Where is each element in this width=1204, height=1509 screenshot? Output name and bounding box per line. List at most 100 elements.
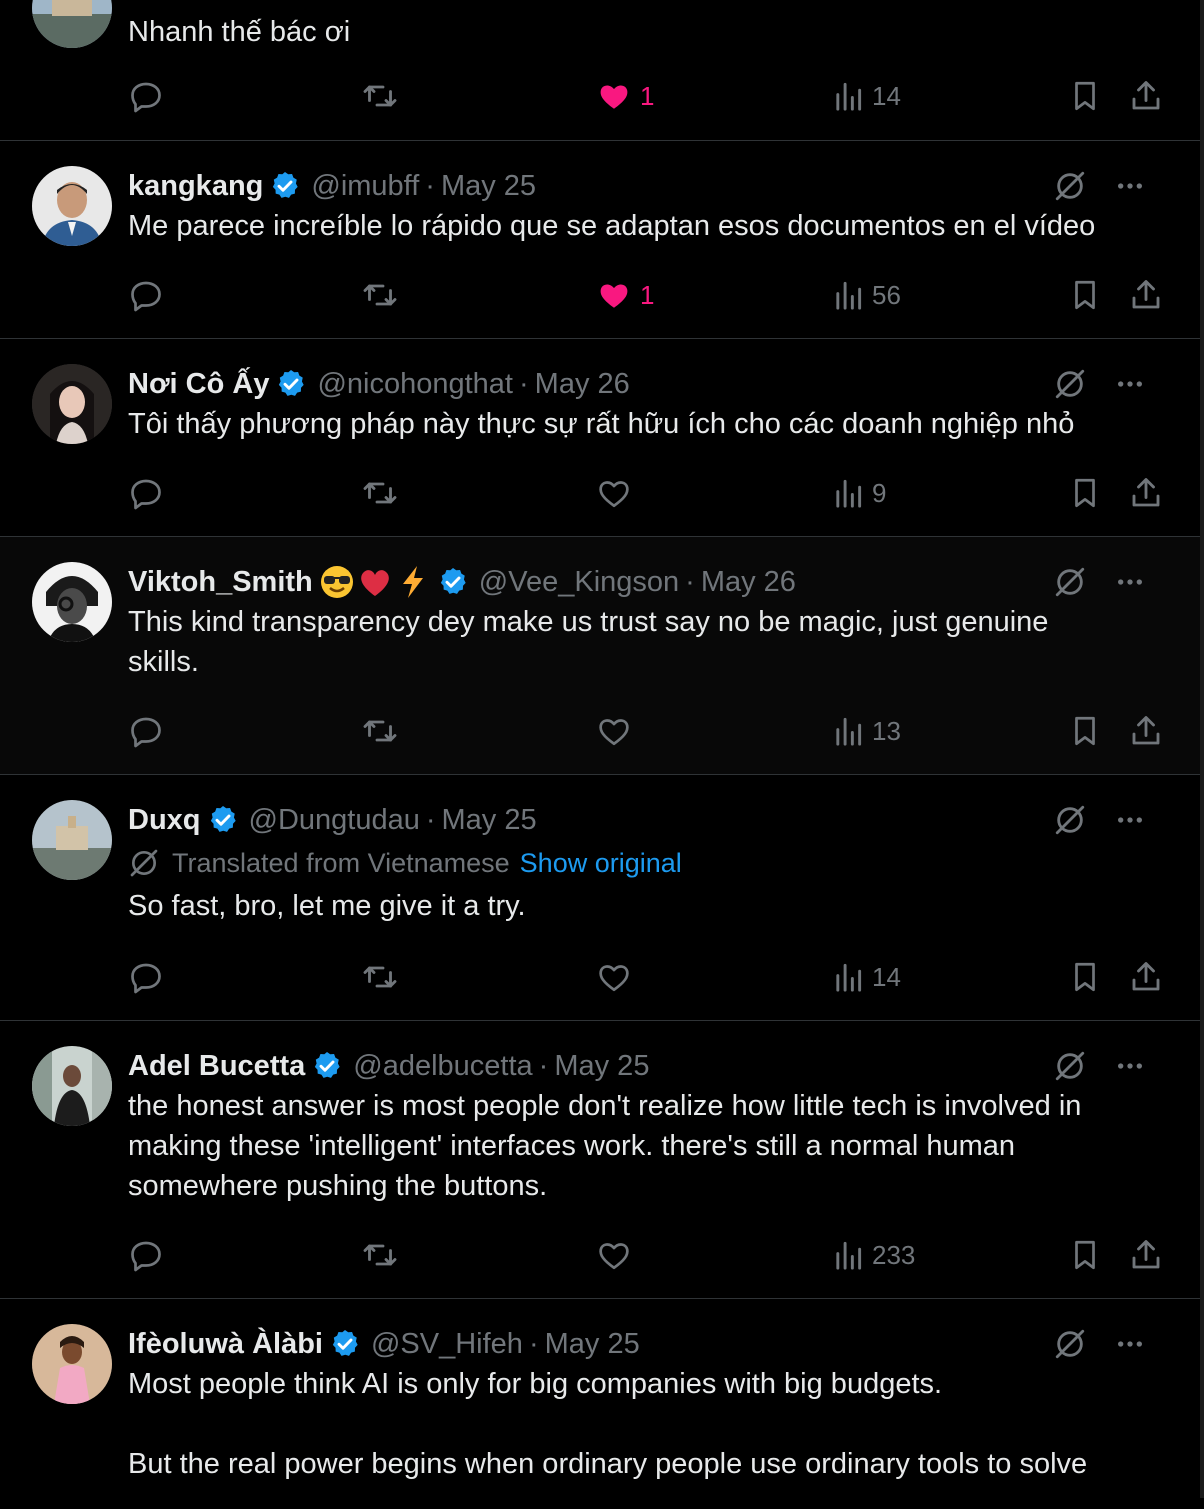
reply-button[interactable]: [128, 955, 164, 999]
share-button[interactable]: [1128, 709, 1164, 753]
repost-icon: [363, 720, 397, 742]
bookmark-button[interactable]: [1068, 955, 1102, 999]
share-button[interactable]: [1128, 1233, 1164, 1277]
grok-icon[interactable]: [1052, 800, 1088, 840]
like-button[interactable]: 1: [596, 74, 654, 118]
share-icon: [1132, 478, 1160, 507]
red-heart-emoji: [357, 564, 393, 600]
timestamp[interactable]: May 25: [545, 1328, 640, 1361]
more-icon[interactable]: [1112, 1324, 1148, 1364]
views-button[interactable]: 13: [832, 709, 901, 753]
user-handle[interactable]: @Dungtudau: [249, 804, 420, 837]
avatar[interactable]: [32, 562, 112, 642]
views-icon: [836, 82, 862, 111]
like-button[interactable]: 1: [596, 273, 654, 317]
reply-button[interactable]: [128, 74, 164, 118]
timestamp[interactable]: May 25: [554, 1050, 649, 1083]
avatar[interactable]: [32, 364, 112, 444]
views-count: 13: [872, 715, 901, 746]
bookmark-icon: [1075, 478, 1095, 508]
share-button[interactable]: [1128, 471, 1164, 515]
timestamp[interactable]: May 25: [441, 170, 536, 203]
reply-tweet[interactable]: Duxq @Dungtudau · May 25 Translated from…: [0, 775, 1200, 1021]
tweet-text: Tôi thấy phương pháp này thực sự rất hữu…: [128, 408, 1075, 440]
avatar[interactable]: [32, 800, 112, 880]
grok-icon[interactable]: [1052, 1324, 1088, 1364]
display-name[interactable]: Viktoh_Smith: [128, 566, 313, 599]
views-button[interactable]: 233: [832, 1233, 915, 1277]
avatar[interactable]: [32, 0, 112, 48]
display-name[interactable]: Duxq: [128, 804, 201, 837]
views-count: 14: [872, 961, 901, 992]
user-handle[interactable]: @imubff: [311, 170, 419, 203]
bookmark-button[interactable]: [1068, 74, 1102, 118]
bookmark-button[interactable]: [1068, 709, 1102, 753]
user-handle[interactable]: @SV_Hifeh: [371, 1328, 523, 1361]
display-name[interactable]: kangkang: [128, 170, 263, 203]
reply-tweet[interactable]: Viktoh_Smith @Vee_Kingson · May 26 This …: [0, 537, 1200, 775]
bookmark-button[interactable]: [1068, 1233, 1102, 1277]
like-button[interactable]: [596, 955, 632, 999]
like-icon: [600, 284, 628, 308]
views-count: 56: [872, 279, 901, 310]
repost-button[interactable]: [360, 273, 400, 317]
like-button[interactable]: [596, 1233, 632, 1277]
share-button[interactable]: [1128, 74, 1164, 118]
display-name[interactable]: Ifèoluwà Àlàbi: [128, 1328, 323, 1361]
reply-button[interactable]: [128, 709, 164, 753]
verified-badge-icon: [275, 368, 307, 400]
bookmark-button[interactable]: [1068, 471, 1102, 515]
user-handle[interactable]: @adelbucetta: [353, 1050, 532, 1083]
avatar[interactable]: [32, 166, 112, 246]
views-button[interactable]: 56: [832, 273, 901, 317]
user-handle[interactable]: @Vee_Kingson: [479, 566, 679, 599]
scrollbar[interactable]: [1200, 0, 1204, 1498]
bookmark-button[interactable]: [1068, 273, 1102, 317]
repost-button[interactable]: [360, 709, 400, 753]
reply-tweet[interactable]: kangkang @imubff · May 25 Me parece incr…: [0, 141, 1200, 339]
repost-button[interactable]: [360, 471, 400, 515]
reply-button[interactable]: [128, 471, 164, 515]
share-button[interactable]: [1128, 273, 1164, 317]
views-button[interactable]: 14: [832, 74, 901, 118]
repost-button[interactable]: [360, 74, 400, 118]
views-button[interactable]: 9: [832, 471, 886, 515]
repost-button[interactable]: [360, 1233, 400, 1277]
views-count: 14: [872, 80, 901, 111]
timestamp[interactable]: May 25: [442, 804, 537, 837]
display-name[interactable]: Adel Bucetta: [128, 1050, 305, 1083]
reply-button[interactable]: [128, 1233, 164, 1277]
avatar[interactable]: [32, 1324, 112, 1404]
grok-icon[interactable]: [1052, 364, 1088, 404]
reply-tweet[interactable]: Ifèoluwà Àlàbi @SV_Hifeh · May 25 Most p…: [0, 1299, 1200, 1509]
views-button[interactable]: 14: [832, 955, 901, 999]
reply-tweet[interactable]: Nhanh thế bác ơi 1 14: [0, 0, 1200, 141]
like-icon: [599, 719, 629, 746]
verified-badge-icon: [207, 804, 239, 836]
grok-icon[interactable]: [1052, 166, 1088, 206]
like-button[interactable]: [596, 709, 632, 753]
more-icon[interactable]: [1112, 1046, 1148, 1086]
reply-button[interactable]: [128, 273, 164, 317]
more-icon[interactable]: [1112, 166, 1148, 206]
display-name[interactable]: Nơi Cô Ấy: [128, 368, 269, 401]
reply-icon: [131, 281, 161, 312]
grok-icon[interactable]: [1052, 1046, 1088, 1086]
show-original-link[interactable]: Show original: [520, 848, 682, 879]
avatar[interactable]: [32, 1046, 112, 1126]
reply-tweet[interactable]: Adel Bucetta @adelbucetta · May 25 the h…: [0, 1021, 1200, 1299]
share-button[interactable]: [1128, 955, 1164, 999]
more-icon[interactable]: [1112, 562, 1148, 602]
more-icon[interactable]: [1112, 800, 1148, 840]
translate-icon: [128, 847, 160, 879]
more-icon[interactable]: [1112, 364, 1148, 404]
grok-icon[interactable]: [1052, 562, 1088, 602]
reply-icon: [131, 717, 161, 748]
repost-button[interactable]: [360, 955, 400, 999]
separator: ·: [519, 367, 529, 400]
like-button[interactable]: [596, 471, 632, 515]
timestamp[interactable]: May 26: [701, 566, 796, 599]
timestamp[interactable]: May 26: [535, 368, 630, 401]
user-handle[interactable]: @nicohongthat: [317, 368, 513, 401]
reply-tweet[interactable]: Nơi Cô Ấy @nicohongthat · May 26 Tôi thấ…: [0, 339, 1200, 537]
